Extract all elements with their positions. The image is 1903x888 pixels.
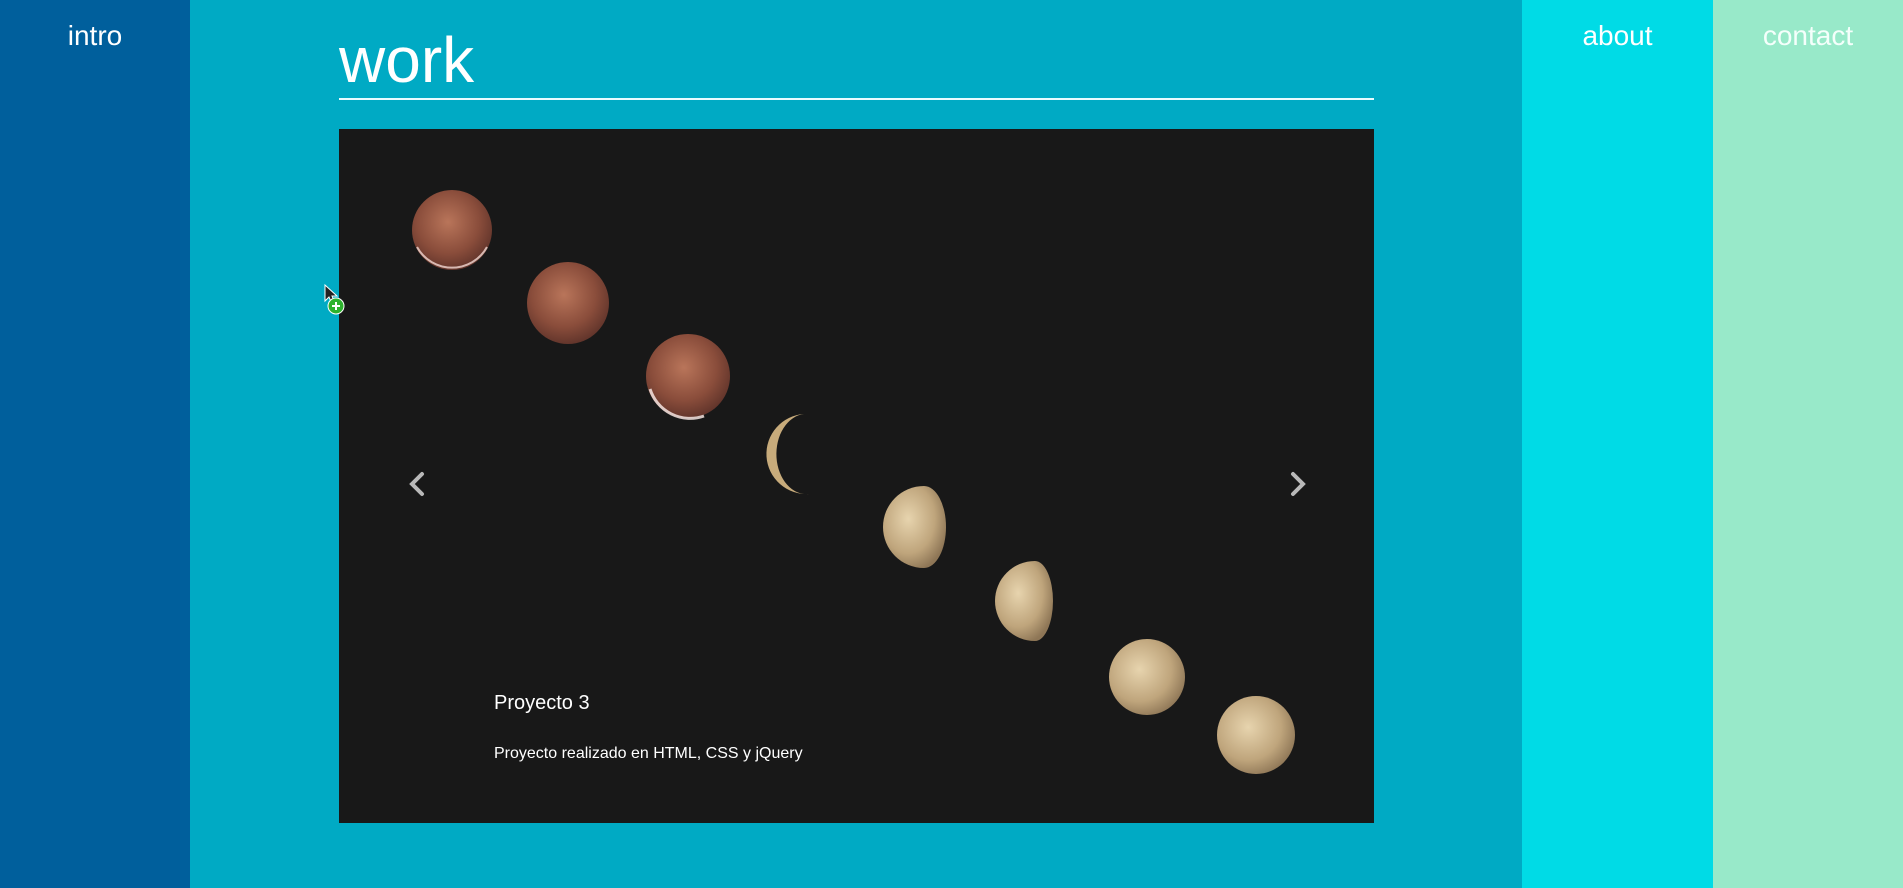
slide-image-eclipse (412, 190, 1295, 774)
slide-title: Proyecto 3 (494, 692, 590, 714)
slide-description: Proyecto realizado en HTML, CSS y jQuery (494, 745, 803, 762)
carousel-prev-button[interactable] (397, 454, 437, 514)
nav-contact[interactable]: contact (1713, 20, 1903, 52)
nav-intro[interactable]: intro (0, 20, 190, 52)
carousel-next-button[interactable] (1278, 454, 1318, 514)
nav-about[interactable]: about (1522, 20, 1713, 52)
cursor-copy-icon (324, 283, 345, 315)
contact-panel[interactable]: contact (1713, 0, 1903, 888)
about-panel[interactable]: about (1522, 0, 1713, 888)
intro-panel[interactable]: intro (0, 0, 190, 888)
chevron-right-icon (1291, 472, 1306, 496)
project-carousel[interactable]: Proyecto 3 Proyecto realizado en HTML, C… (339, 129, 1374, 823)
title-divider (339, 98, 1374, 100)
page-title: work (339, 24, 475, 96)
chevron-left-icon (409, 472, 424, 496)
